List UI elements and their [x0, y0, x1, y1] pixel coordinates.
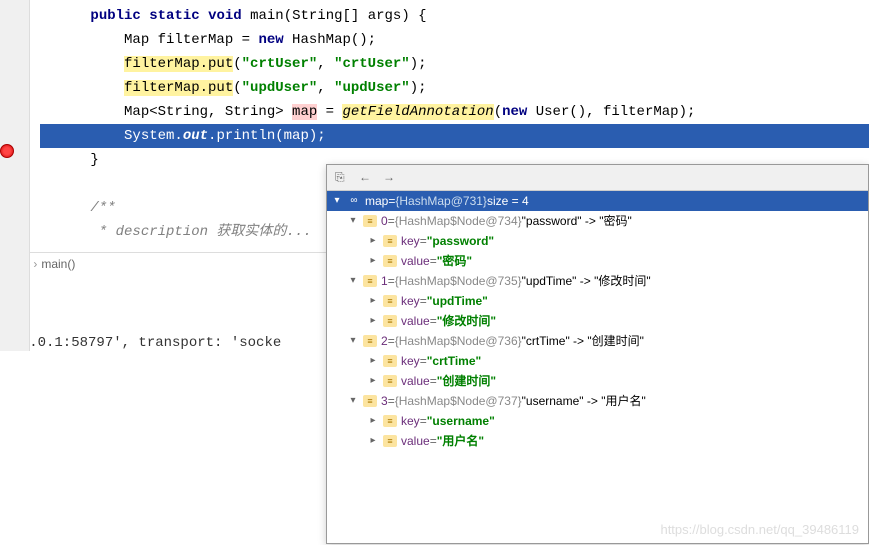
var-type: {HashMap$Node@737}	[395, 392, 522, 410]
field-icon: ≡	[383, 315, 397, 327]
expand-arrow-icon[interactable]	[367, 412, 379, 430]
tree-node-key[interactable]: ≡key = "password"	[327, 231, 868, 251]
field-icon: ≡	[383, 295, 397, 307]
expand-arrow-icon[interactable]	[347, 332, 359, 350]
var-key-value: "updTime"	[427, 292, 488, 310]
var-type: {HashMap$Node@734}	[395, 212, 522, 230]
var-type: {HashMap$Node@736}	[395, 332, 522, 350]
debug-variables-popup[interactable]: ⎘ ← → ∞ map = {HashMap@731} size = 4 ≡0 …	[326, 164, 869, 544]
expand-arrow-icon[interactable]	[367, 352, 379, 370]
var-index: 1	[381, 272, 388, 290]
expand-arrow-icon[interactable]	[347, 212, 359, 230]
var-type: {HashMap$Node@735}	[395, 272, 522, 290]
expand-arrow-icon[interactable]	[331, 192, 343, 210]
expand-arrow-icon[interactable]	[367, 432, 379, 450]
var-type: {HashMap@731}	[395, 192, 487, 210]
code-line[interactable]: Map filterMap = new HashMap();	[40, 28, 869, 52]
var-value-text: "密码"	[437, 252, 472, 270]
var-key-label: key	[401, 292, 420, 310]
var-value-text: "用户名"	[437, 432, 484, 450]
var-size: size = 4	[487, 192, 529, 210]
tree-node[interactable]: ≡2 = {HashMap$Node@736} "crtTime" -> "创建…	[327, 331, 868, 351]
tree-node-value[interactable]: ≡value = "密码"	[327, 251, 868, 271]
code-line[interactable]: Map<String, String> map = getFieldAnnota…	[40, 100, 869, 124]
variable-icon: ∞	[347, 195, 361, 207]
expand-arrow-icon[interactable]	[347, 272, 359, 290]
var-value: "updTime" -> "修改时间"	[522, 272, 651, 290]
tree-node-key[interactable]: ≡key = "username"	[327, 411, 868, 431]
var-value: "crtTime" -> "创建时间"	[522, 332, 644, 350]
var-value-label: value	[401, 312, 430, 330]
tree-node-value[interactable]: ≡value = "修改时间"	[327, 311, 868, 331]
tree-node-key[interactable]: ≡key = "crtTime"	[327, 351, 868, 371]
var-value-text: "修改时间"	[437, 312, 496, 330]
code-line[interactable]: public static void main(String[] args) {	[40, 4, 869, 28]
watermark: https://blog.csdn.net/qq_39486119	[660, 522, 859, 537]
code-line[interactable]: filterMap.put("updUser", "updUser");	[40, 76, 869, 100]
field-icon: ≡	[383, 355, 397, 367]
code-line[interactable]: filterMap.put("crtUser", "crtUser");	[40, 52, 869, 76]
field-icon: ≡	[383, 235, 397, 247]
field-icon: ≡	[383, 255, 397, 267]
var-value-label: value	[401, 252, 430, 270]
var-key-label: key	[401, 232, 420, 250]
var-index: 2	[381, 332, 388, 350]
field-icon: ≡	[363, 275, 377, 287]
gutter	[0, 0, 30, 351]
field-icon: ≡	[363, 215, 377, 227]
expand-arrow-icon[interactable]	[367, 372, 379, 390]
var-key-value: "password"	[427, 232, 494, 250]
var-value: "username" -> "用户名"	[522, 392, 646, 410]
copy-icon[interactable]: ⎘	[335, 170, 351, 186]
popup-toolbar: ⎘ ← →	[327, 165, 868, 191]
field-icon: ≡	[363, 395, 377, 407]
tree-node[interactable]: ≡3 = {HashMap$Node@737} "username" -> "用…	[327, 391, 868, 411]
field-icon: ≡	[383, 435, 397, 447]
var-index: 0	[381, 212, 388, 230]
breadcrumb-separator: ›	[33, 257, 37, 271]
expand-arrow-icon[interactable]	[367, 292, 379, 310]
field-icon: ≡	[383, 415, 397, 427]
tree-node-key[interactable]: ≡key = "updTime"	[327, 291, 868, 311]
expand-arrow-icon[interactable]	[347, 392, 359, 410]
expand-arrow-icon[interactable]	[367, 232, 379, 250]
tree-body: ≡0 = {HashMap$Node@734} "password" -> "密…	[327, 211, 868, 451]
var-key-label: key	[401, 352, 420, 370]
field-icon: ≡	[363, 335, 377, 347]
expand-arrow-icon[interactable]	[367, 312, 379, 330]
var-index: 3	[381, 392, 388, 410]
var-value-label: value	[401, 372, 430, 390]
breadcrumb-item[interactable]: main()	[41, 257, 75, 271]
expand-arrow-icon[interactable]	[367, 252, 379, 270]
tree-node-value[interactable]: ≡value = "创建时间"	[327, 371, 868, 391]
var-name: map	[365, 192, 388, 210]
field-icon: ≡	[383, 375, 397, 387]
back-icon[interactable]: ←	[359, 170, 375, 186]
tree-node[interactable]: ≡1 = {HashMap$Node@735} "updTime" -> "修改…	[327, 271, 868, 291]
var-value-label: value	[401, 432, 430, 450]
tree-node[interactable]: ≡0 = {HashMap$Node@734} "password" -> "密…	[327, 211, 868, 231]
forward-icon[interactable]: →	[383, 170, 399, 186]
code-line-current[interactable]: System.out.println(map);	[40, 124, 869, 148]
var-value: "password" -> "密码"	[522, 212, 632, 230]
var-key-value: "username"	[427, 412, 495, 430]
tree-node-value[interactable]: ≡value = "用户名"	[327, 431, 868, 451]
var-key-label: key	[401, 412, 420, 430]
var-value-text: "创建时间"	[437, 372, 496, 390]
var-key-value: "crtTime"	[427, 352, 482, 370]
tree-root[interactable]: ∞ map = {HashMap@731} size = 4	[327, 191, 868, 211]
breakpoint-icon[interactable]	[0, 144, 14, 158]
